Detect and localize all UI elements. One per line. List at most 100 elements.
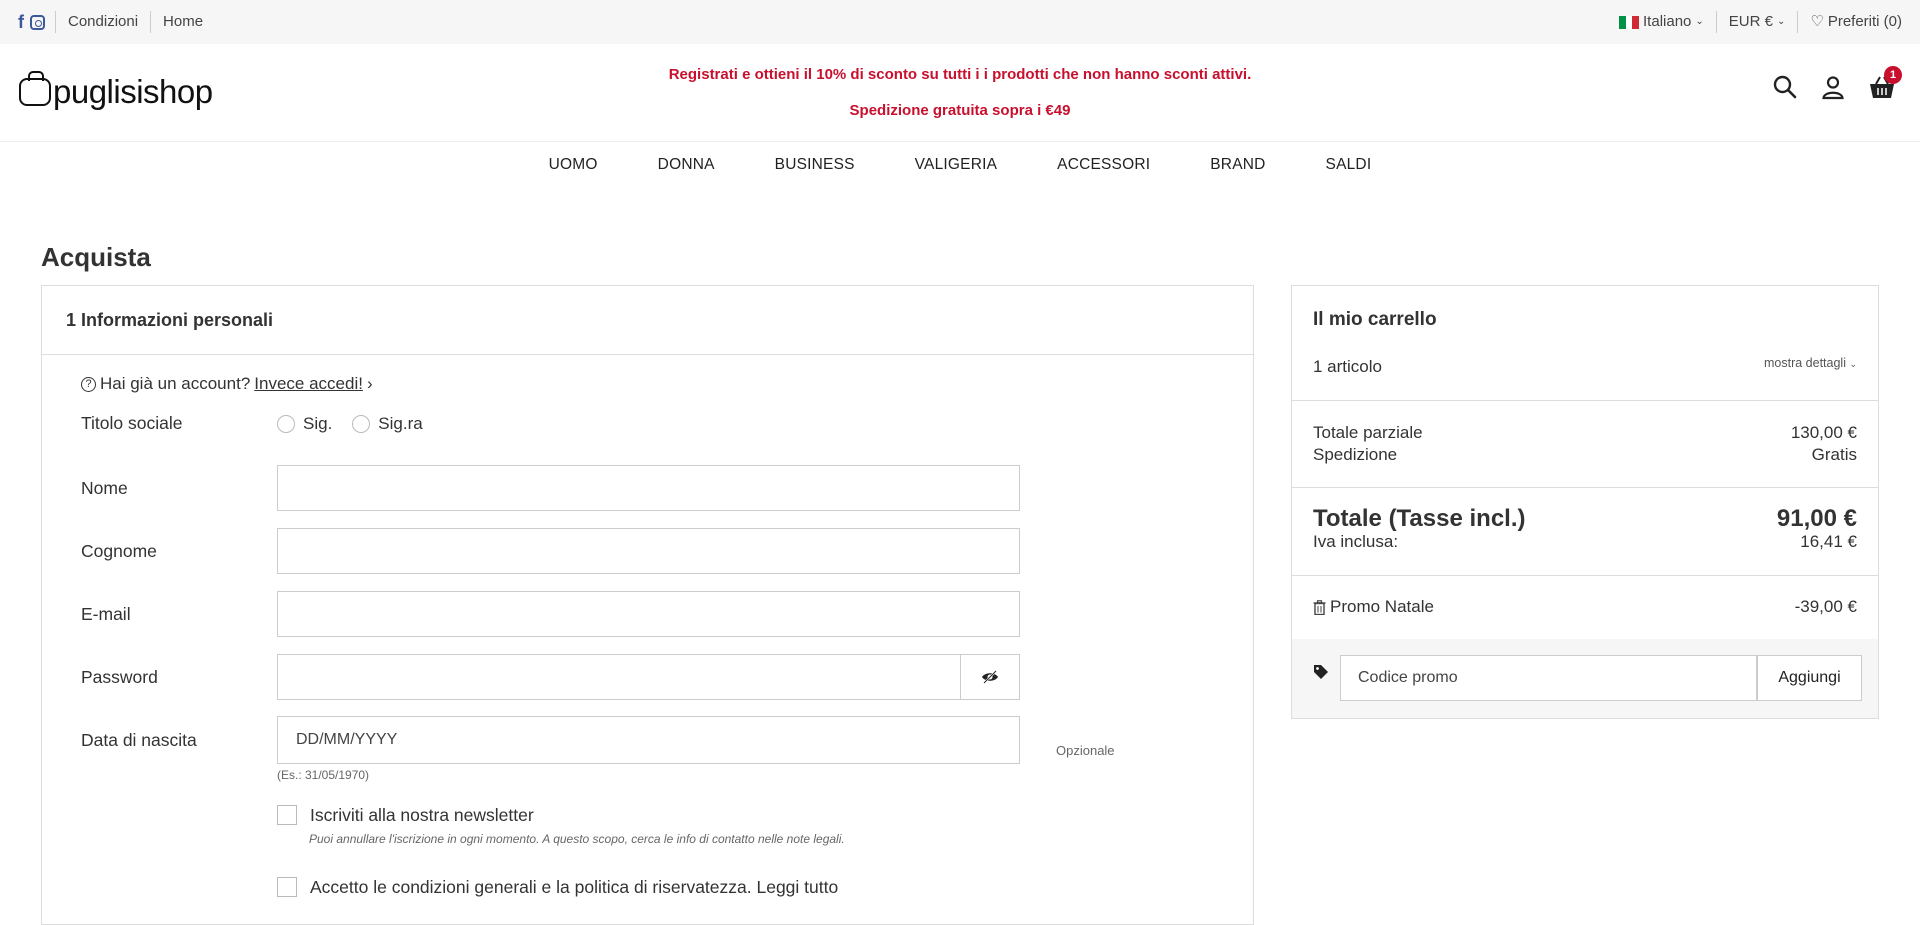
divider: [1292, 575, 1878, 576]
shipping-value: Gratis: [1811, 445, 1857, 464]
birthdate-hint: (Es.: 31/05/1970): [277, 768, 370, 782]
social-title-row: Titolo sociale Sig. Sig.ra: [81, 413, 443, 434]
cart-summary: Il mio carrello 1 articolo mostra dettag…: [1291, 285, 1879, 719]
password-row: Password: [81, 654, 1020, 700]
nav-item-uomo[interactable]: UOMO: [549, 156, 598, 174]
total-line: Totale (Tasse incl.) 91,00 €: [1313, 505, 1857, 533]
chevron-down-icon: ⌄: [1695, 16, 1704, 27]
question-icon: ?: [81, 376, 96, 392]
search-icon[interactable]: [1772, 74, 1798, 100]
italy-flag-icon: [1619, 15, 1640, 29]
step-title[interactable]: 1 Informazioni personali: [42, 286, 1253, 355]
show-password-button[interactable]: [960, 655, 1019, 699]
tax-label: Iva inclusa:: [1313, 532, 1399, 551]
heart-icon: ♡: [1810, 13, 1824, 30]
surname-input[interactable]: [277, 528, 1020, 574]
name-label: Nome: [81, 477, 128, 498]
radio-mrs-label: Sig.ra: [378, 413, 423, 433]
nav-item-valigeria[interactable]: VALIGERIA: [915, 156, 998, 174]
optional-label: Opzionale: [1056, 743, 1115, 758]
nav-item-donna[interactable]: DONNA: [658, 156, 715, 174]
tax-line: Iva inclusa: 16,41 €: [1313, 532, 1857, 552]
favorites-label: Preferiti (0): [1827, 13, 1902, 30]
newsletter-label: Iscriviti alla nostra newsletter: [310, 805, 534, 825]
promo-code-input[interactable]: Codice promo: [1340, 655, 1757, 701]
divider: [1292, 487, 1878, 488]
radio-mr[interactable]: Sig.: [277, 414, 332, 434]
surname-label: Cognome: [81, 540, 157, 561]
nav-item-brand[interactable]: BRAND: [1210, 156, 1265, 174]
show-details-label: mostra dettagli: [1763, 356, 1846, 370]
facebook-icon[interactable]: f: [18, 12, 24, 32]
total-label: Totale (Tasse incl.): [1313, 505, 1526, 532]
nav-item-saldi[interactable]: SALDI: [1326, 156, 1372, 174]
add-promo-button[interactable]: Aggiungi: [1757, 655, 1862, 701]
divider: [1292, 400, 1878, 401]
promo-code-box: Codice promo Aggiungi: [1292, 639, 1878, 718]
account-question: Hai già un account?: [100, 374, 251, 393]
name-row: Nome: [81, 465, 1020, 511]
chevron-down-icon: ⌄: [1776, 16, 1786, 27]
conditions-link[interactable]: Condizioni: [56, 11, 152, 33]
cart-title: Il mio carrello: [1313, 309, 1437, 330]
trash-icon[interactable]: [1313, 599, 1326, 615]
voucher-line: Promo Natale -39,00 €: [1313, 597, 1857, 617]
email-row: E-mail: [81, 591, 1020, 637]
currency-label: EUR €: [1728, 13, 1773, 30]
top-bar: f Condizioni Home Italiano ⌄ EUR € ⌄ ♡ P…: [0, 0, 1920, 44]
password-input[interactable]: [278, 655, 960, 699]
main-nav: UOMO DONNA BUSINESS VALIGERIA ACCESSORI …: [0, 142, 1920, 188]
favorites-link[interactable]: ♡ Preferiti (0): [1798, 11, 1902, 33]
eye-slash-icon: [982, 670, 998, 684]
birthdate-input[interactable]: DD/MM/YYYY: [277, 716, 1020, 764]
nav-item-accessori[interactable]: ACCESSORI: [1057, 156, 1150, 174]
language-selector[interactable]: Italiano ⌄: [1607, 11, 1717, 33]
chevron-down-icon: ⌄: [1849, 359, 1857, 369]
tax-value: 16,41 €: [1800, 532, 1857, 551]
cart-item-count: 1 articolo: [1313, 357, 1382, 376]
checkout-step-personal-info: 1 Informazioni personali ? Hai già un ac…: [41, 285, 1254, 925]
shipping-line: Spedizione Gratis: [1313, 445, 1857, 465]
cart-icon[interactable]: 1: [1868, 66, 1902, 100]
birthdate-row: Data di nascita DD/MM/YYYY: [81, 716, 1020, 764]
language-label: Italiano: [1643, 13, 1692, 30]
surname-row: Cognome: [81, 528, 1020, 574]
chevron-right-icon: ›: [366, 374, 373, 393]
shipping-banner-text: Spedizione gratuita sopra i €49: [849, 102, 1071, 119]
shipping-label: Spedizione: [1313, 445, 1398, 464]
currency-selector[interactable]: EUR € ⌄: [1717, 11, 1799, 33]
login-link[interactable]: Invece accedi!: [254, 374, 363, 394]
voucher-value: -39,00 €: [1794, 597, 1857, 616]
voucher-name: Promo Natale: [1330, 597, 1434, 616]
newsletter-option[interactable]: Iscriviti alla nostra newsletter: [277, 805, 534, 826]
radio-button[interactable]: [352, 414, 371, 433]
password-label: Password: [81, 666, 158, 687]
radio-mrs[interactable]: Sig.ra: [352, 413, 423, 434]
terms-option[interactable]: Accetto le condizioni generali e la poli…: [277, 877, 838, 898]
radio-mr-label: Sig.: [303, 413, 333, 433]
name-input[interactable]: [277, 465, 1020, 511]
email-input[interactable]: [277, 591, 1020, 637]
newsletter-checkbox[interactable]: [277, 805, 297, 825]
tag-icon: [1314, 665, 1328, 679]
total-value: 91,00 €: [1776, 505, 1857, 532]
subtotal-line: Totale parziale 130,00 €: [1313, 423, 1857, 443]
site-header: puglisishop Registrati e ottieni il 10% …: [0, 44, 1920, 142]
terms-checkbox[interactable]: [277, 877, 297, 897]
birthdate-label: Data di nascita: [81, 729, 197, 750]
radio-button[interactable]: [277, 414, 295, 433]
nav-item-business[interactable]: BUSINESS: [775, 156, 855, 174]
terms-label: Accetto le condizioni generali e la poli…: [310, 877, 839, 897]
newsletter-note: Puoi annullare l'iscrizione in ogni mome…: [309, 832, 845, 846]
user-icon[interactable]: [1820, 74, 1846, 100]
subtotal-label: Totale parziale: [1313, 423, 1423, 442]
home-link[interactable]: Home: [151, 11, 215, 33]
show-details-toggle[interactable]: mostra dettagli ⌄: [1764, 356, 1857, 370]
page-title: Acquista: [41, 242, 151, 272]
account-prompt: ? Hai già un account? Invece accedi! ›: [81, 374, 373, 394]
instagram-icon[interactable]: [30, 14, 45, 30]
social-links: f: [18, 11, 56, 33]
promo-banner-text: Registrati e ottieni il 10% di sconto su…: [668, 66, 1252, 83]
cart-count-badge: 1: [1884, 66, 1902, 84]
email-label: E-mail: [81, 603, 131, 624]
